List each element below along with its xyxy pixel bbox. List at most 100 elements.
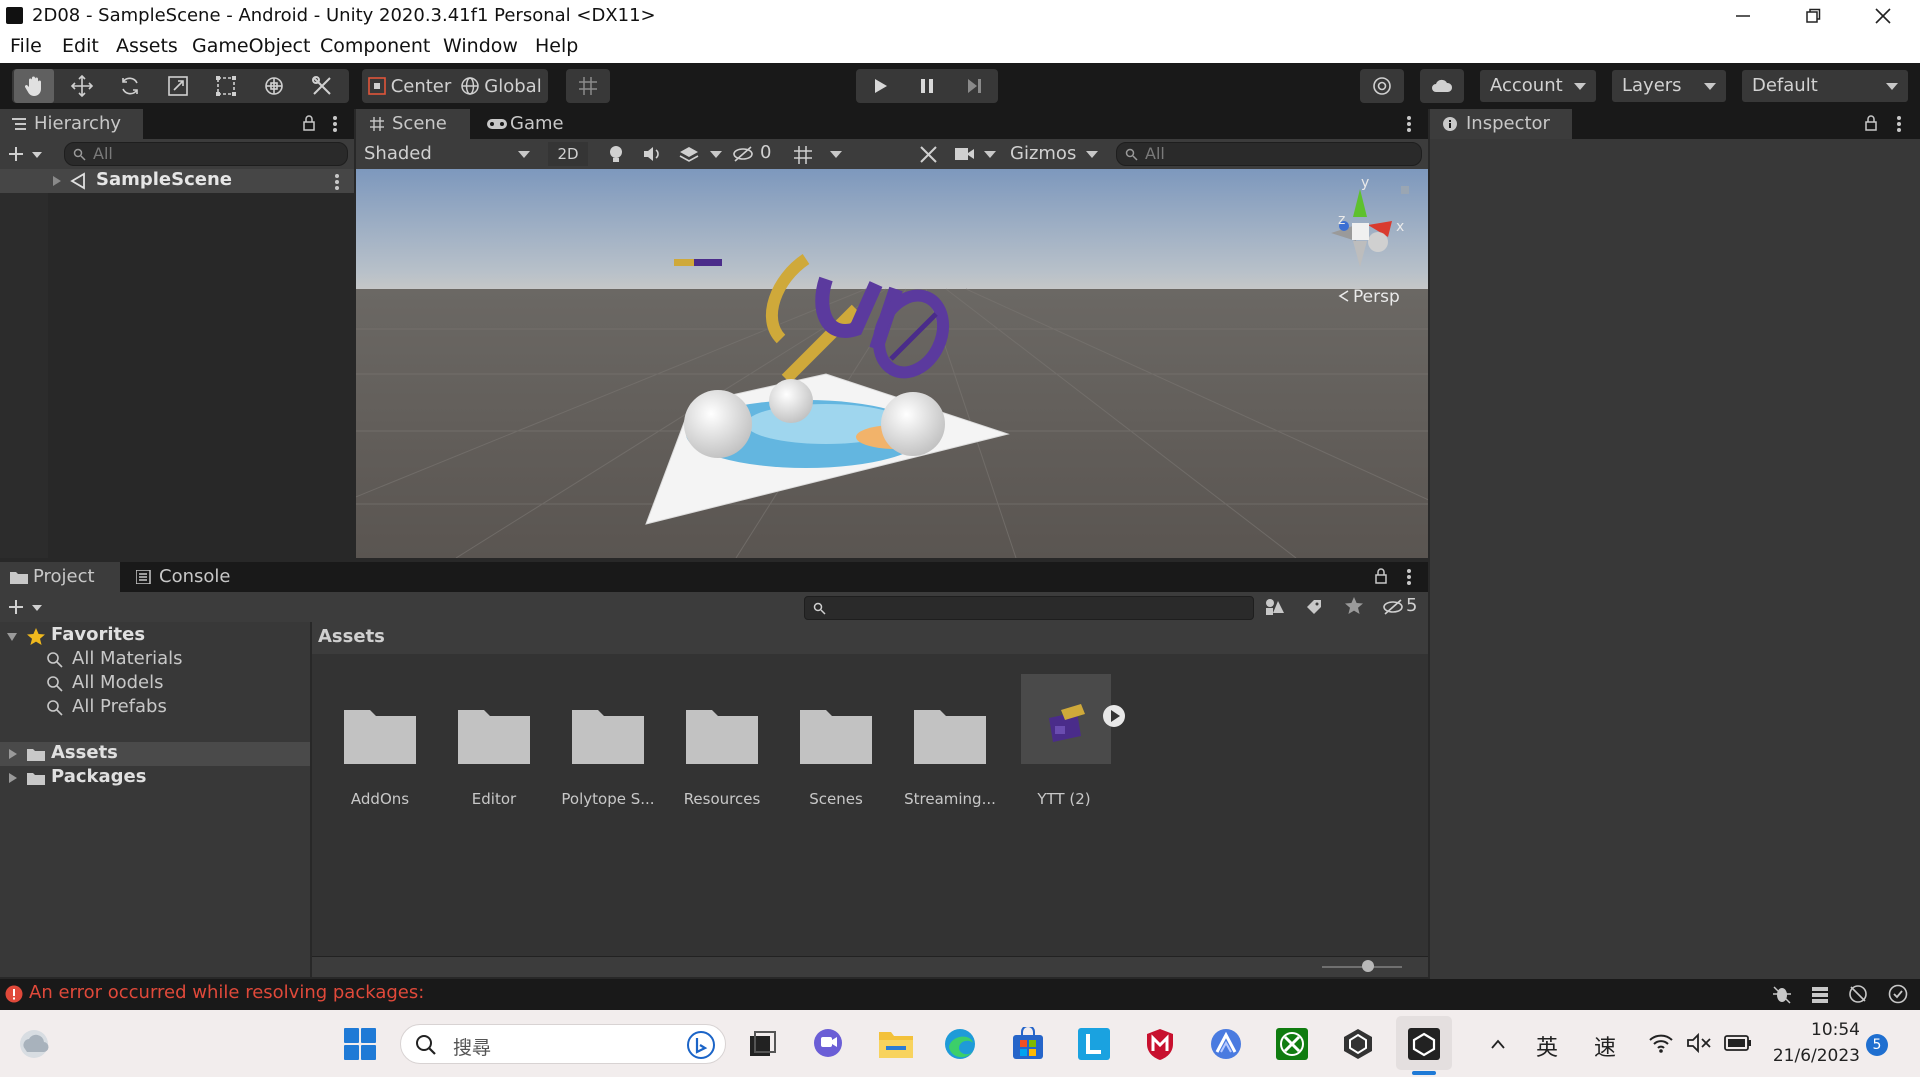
progress-check-icon[interactable] (1888, 984, 1908, 1004)
l-app-button[interactable] (1074, 1024, 1114, 1064)
scene-viewport[interactable]: y x z Persp (356, 169, 1428, 558)
effects-dropdown-icon[interactable] (710, 151, 722, 158)
pause-button[interactable] (905, 69, 949, 103)
tools-icon[interactable] (918, 144, 940, 164)
project-search-input[interactable] (804, 596, 1254, 620)
draw-mode-dropdown[interactable]: Shaded (356, 139, 540, 169)
play-preview-icon[interactable] (1102, 704, 1126, 728)
auto-generate-lighting-icon[interactable] (1848, 984, 1868, 1004)
debug-icon[interactable] (1772, 984, 1792, 1004)
asset-polytope[interactable]: Polytope S... (548, 790, 668, 808)
clock-date[interactable]: 21/6/2023 (1750, 1046, 1860, 1066)
favorite-all-materials[interactable]: All Materials (72, 648, 183, 669)
menu-help[interactable]: Help (535, 35, 578, 57)
favorites-label[interactable]: Favorites (51, 624, 145, 645)
menu-gameobject[interactable]: GameObject (192, 35, 310, 57)
lock-icon[interactable] (1864, 115, 1878, 131)
favorite-star-icon[interactable] (1344, 596, 1364, 616)
mcafee-button[interactable] (1140, 1024, 1180, 1064)
lock-icon[interactable] (1374, 568, 1388, 584)
grid-dropdown-icon[interactable] (830, 151, 842, 158)
collapse-arrow-icon[interactable] (6, 632, 18, 642)
weather-widget-button[interactable] (14, 1024, 54, 1064)
persp-label[interactable]: Persp (1353, 287, 1400, 307)
bing-icon[interactable] (687, 1031, 715, 1059)
pivot-center-button[interactable]: Center (364, 69, 454, 103)
edge-button[interactable] (940, 1024, 980, 1064)
ime-mode[interactable]: 速 (1594, 1030, 1616, 1062)
status-error-message[interactable]: An error occurred while resolving packag… (29, 982, 424, 1003)
audio-icon[interactable] (642, 144, 664, 164)
task-view-button[interactable] (742, 1024, 782, 1064)
scale-tool-button[interactable] (158, 69, 198, 103)
asset-scenes[interactable]: Scenes (776, 790, 896, 808)
taskbar-search-box[interactable]: 搜尋 (400, 1024, 726, 1064)
menu-edit[interactable]: Edit (62, 35, 99, 57)
more-options-icon[interactable] (334, 173, 340, 191)
more-options-icon[interactable] (1406, 115, 1412, 133)
hierarchy-search-input[interactable]: All (64, 142, 348, 166)
transform-tool-button[interactable] (254, 69, 294, 103)
asset-streaming[interactable]: Streaming... (890, 790, 1010, 808)
tree-item-packages[interactable]: Packages (51, 766, 146, 787)
expand-arrow-icon[interactable] (8, 748, 18, 760)
search-by-type-icon[interactable] (1264, 597, 1286, 617)
adobe-app-button[interactable] (1206, 1024, 1246, 1064)
gizmos-chevron-icon[interactable] (1086, 151, 1098, 158)
hand-tool-button[interactable] (14, 69, 54, 103)
lock-icon[interactable] (302, 115, 316, 131)
rotate-tool-button[interactable] (110, 69, 150, 103)
gizmos-dropdown[interactable]: Gizmos (1004, 139, 1096, 169)
close-button[interactable] (1853, 0, 1913, 31)
hidden-packages-icon[interactable] (1382, 597, 1406, 617)
asset-ytt-prefab[interactable]: YTT (2) (1004, 790, 1124, 808)
favorite-all-models[interactable]: All Models (72, 672, 163, 693)
rect-tool-button[interactable] (206, 69, 246, 103)
tab-console[interactable]: Console (124, 562, 254, 592)
tab-game[interactable]: Game (476, 109, 576, 139)
layout-dropdown[interactable]: Default (1742, 70, 1908, 102)
tab-hierarchy[interactable]: Hierarchy (0, 109, 143, 139)
tree-item-assets[interactable]: Assets (0, 742, 310, 766)
tab-scene[interactable]: Scene (356, 109, 470, 139)
layers-dropdown[interactable]: Layers (1612, 70, 1726, 102)
collab-button[interactable] (1360, 69, 1404, 103)
tab-project[interactable]: Project (0, 562, 120, 592)
volume-muted-icon[interactable] (1686, 1032, 1712, 1054)
scene-row[interactable]: SampleScene (0, 169, 354, 193)
teams-chat-button[interactable] (808, 1024, 848, 1064)
store-button[interactable] (1008, 1024, 1048, 1064)
menu-window[interactable]: Window (443, 35, 518, 57)
tab-inspector[interactable]: Inspector (1430, 109, 1572, 139)
expand-arrow-icon[interactable] (8, 772, 18, 784)
search-by-label-icon[interactable] (1304, 597, 1324, 617)
grid-snap-button[interactable] (566, 69, 610, 103)
slider-thumb[interactable] (1362, 960, 1374, 972)
file-explorer-button[interactable] (876, 1024, 916, 1064)
scene-search-input[interactable]: All (1116, 142, 1422, 166)
play-button[interactable] (858, 69, 902, 103)
grid-toggle-icon[interactable] (792, 144, 814, 166)
pivot-global-button[interactable]: Global (456, 69, 546, 103)
more-options-icon[interactable] (1406, 568, 1412, 586)
more-options-icon[interactable] (1896, 115, 1902, 133)
account-dropdown[interactable]: Account (1480, 70, 1596, 102)
lighting-icon[interactable] (606, 144, 626, 164)
custom-tool-button[interactable] (302, 69, 342, 103)
expand-arrow-icon[interactable] (52, 175, 62, 187)
wifi-icon[interactable] (1648, 1032, 1674, 1054)
xbox-button[interactable] (1272, 1024, 1312, 1064)
hidden-objects-icon[interactable] (732, 144, 756, 164)
move-tool-button[interactable] (62, 69, 102, 103)
menu-file[interactable]: File (10, 35, 42, 57)
toggle-2d-button[interactable]: 2D (548, 142, 588, 166)
cloud-button[interactable] (1420, 69, 1464, 103)
unity-hub-button[interactable] (1338, 1024, 1378, 1064)
asset-addons[interactable]: AddOns (320, 790, 440, 808)
step-button[interactable] (952, 69, 996, 103)
minimize-button[interactable] (1713, 0, 1773, 31)
notification-badge[interactable]: 5 (1866, 1034, 1888, 1056)
clock-time[interactable]: 10:54 (1760, 1020, 1860, 1040)
add-icon[interactable] (8, 598, 44, 616)
asset-editor[interactable]: Editor (434, 790, 554, 808)
